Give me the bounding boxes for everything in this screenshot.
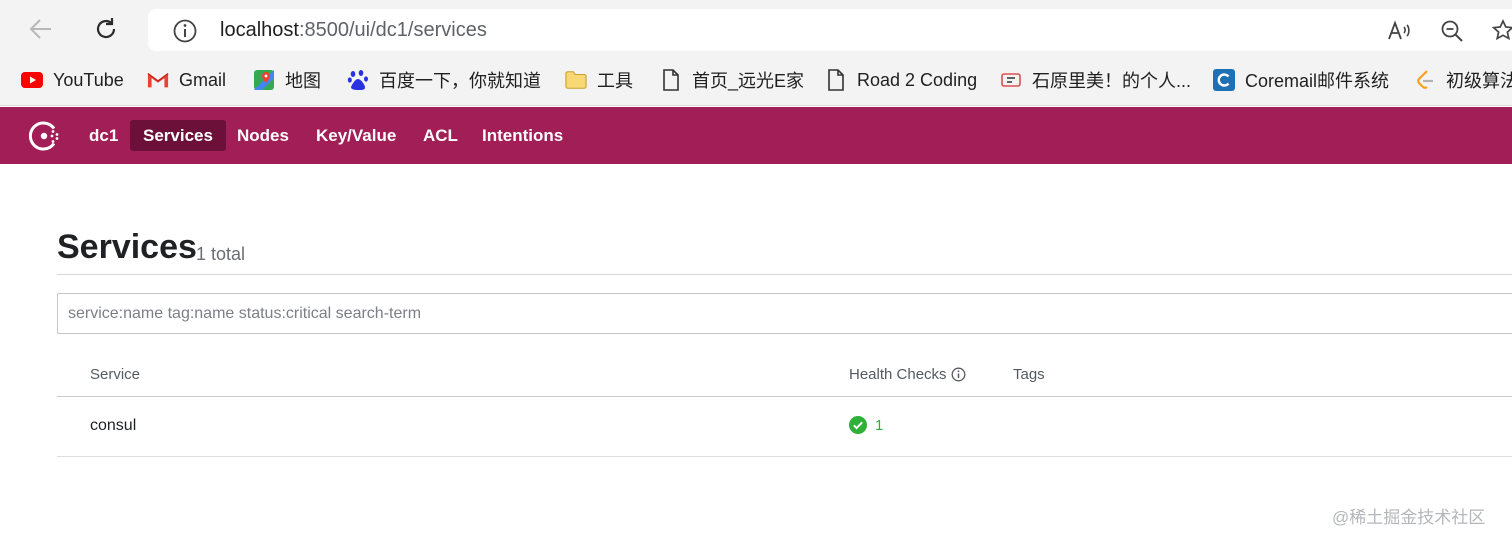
passing-count: 1 <box>875 416 884 434</box>
bookmark-label: 地图 <box>285 71 321 91</box>
table-row[interactable]: consul 1 <box>57 397 1512 457</box>
column-header-tags[interactable]: Tags <box>1013 366 1045 383</box>
url-path: :8500/ui/dc1/services <box>298 19 487 41</box>
bookmark-road2coding[interactable]: Road 2 Coding <box>825 67 977 93</box>
bookmark-tools-folder[interactable]: 工具 <box>565 67 633 93</box>
url-text[interactable]: localhost:8500/ui/dc1/services <box>220 17 487 43</box>
check-circle-icon <box>849 416 867 434</box>
service-name-link[interactable]: consul <box>90 417 136 435</box>
back-button[interactable] <box>24 12 58 46</box>
address-bar[interactable]: localhost:8500/ui/dc1/services <box>148 9 1512 51</box>
page-icon <box>825 69 847 91</box>
coremail-icon <box>1213 69 1235 91</box>
baidu-icon <box>347 69 369 91</box>
bookmark-gmail[interactable]: Gmail <box>147 67 226 93</box>
reload-button[interactable] <box>89 12 123 46</box>
bookmark-coremail[interactable]: Coremail邮件系统 <box>1213 67 1389 93</box>
gmail-icon <box>147 69 169 91</box>
bookmark-leetcode[interactable]: 初级算法 <box>1414 67 1512 93</box>
bookmark-label: YouTube <box>53 69 124 90</box>
datacenter-selector[interactable]: dc1 <box>76 120 131 151</box>
bookmark-label: 首页_远光E家 <box>692 71 805 91</box>
url-host: localhost <box>220 19 299 41</box>
favorite-star-icon[interactable] <box>1491 18 1512 44</box>
service-search-input[interactable] <box>57 293 1512 334</box>
maps-icon <box>253 69 275 91</box>
page-title: Services <box>57 228 197 266</box>
folder-icon <box>565 69 587 91</box>
page-icon <box>660 69 682 91</box>
nav-nodes[interactable]: Nodes <box>224 120 302 151</box>
consul-logo-icon[interactable] <box>27 119 61 153</box>
bookmark-youtube[interactable]: YouTube <box>21 67 124 93</box>
bookmark-blog[interactable]: 石原里美！的个人... <box>1000 67 1191 93</box>
bookmark-label: Gmail <box>179 69 227 90</box>
consul-header: dc1 Services Nodes Key/Value ACL Intenti… <box>0 107 1512 164</box>
bookmark-baidu[interactable]: 百度一下，你就知道 <box>347 67 541 93</box>
bookmark-label: 工具 <box>597 71 633 91</box>
bookmark-label: Road 2 Coding <box>857 69 978 90</box>
services-total-count: 1 total <box>196 244 246 264</box>
leetcode-icon <box>1414 69 1436 91</box>
column-header-health-checks[interactable]: Health Checks <box>849 366 966 383</box>
column-header-service[interactable]: Service <box>90 366 140 383</box>
read-aloud-icon[interactable] <box>1386 18 1412 44</box>
bookmark-yuanguang[interactable]: 首页_远光E家 <box>660 67 804 93</box>
title-divider <box>57 274 1512 275</box>
site-info-icon[interactable] <box>172 18 198 44</box>
health-checks-label: Health Checks <box>849 366 947 383</box>
bookmark-label: 初级算法 <box>1446 71 1512 91</box>
bookmark-label: 石原里美！的个人... <box>1032 71 1192 91</box>
reload-icon <box>96 18 116 39</box>
nav-key-value[interactable]: Key/Value <box>303 120 409 151</box>
youtube-icon <box>21 69 43 91</box>
bookmark-label: Coremail邮件系统 <box>1245 71 1390 91</box>
nav-services[interactable]: Services <box>130 120 226 151</box>
watermark-text: @稀土掘金技术社区 <box>1332 508 1486 527</box>
info-circle-icon[interactable] <box>951 367 966 382</box>
health-checks-passing: 1 <box>849 416 883 434</box>
bookmark-maps[interactable]: 地图 <box>253 67 321 93</box>
arrow-left-icon <box>29 19 51 39</box>
bookmark-label: 百度一下，你就知道 <box>379 71 541 91</box>
browser-toolbar: localhost:8500/ui/dc1/services <box>0 0 1512 58</box>
blog-icon <box>1000 69 1022 91</box>
nav-acl[interactable]: ACL <box>410 120 471 151</box>
nav-intentions[interactable]: Intentions <box>469 120 576 151</box>
bookmarks-bar: YouTube Gmail 地图 百度一下，你就知道 工具 首页_远光E家 Ro… <box>0 58 1512 106</box>
zoom-icon[interactable] <box>1439 18 1465 44</box>
